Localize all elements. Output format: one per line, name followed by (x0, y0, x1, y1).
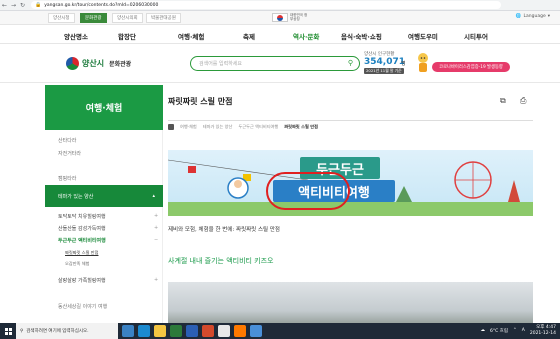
sidebar-item-story[interactable]: 동산세상길 이야기 여행 (58, 303, 107, 310)
sidebar-sub-healing[interactable]: 토닥토닥 치유힐링여행 (58, 213, 106, 220)
population-unit: 명 (401, 61, 406, 67)
nav-food[interactable]: 음식·숙박·쇼핑 (341, 31, 382, 41)
share-icon[interactable]: ⧉ (500, 96, 506, 106)
site-tab-council[interactable]: 양산시의회 (112, 13, 143, 23)
government-emblem (272, 13, 288, 22)
nav-history[interactable]: 역사·문화 (293, 31, 319, 41)
browser-toolbar: ← → ↻ 🔒 yangsan.go.kr/tour/contents.do?m… (0, 0, 560, 11)
edge-icon[interactable] (138, 325, 150, 337)
emblem-text: 대한민국 정부상징 (290, 13, 308, 21)
breadcrumb: 여행·체험 테마가 있는 양산 두근두근 액티비티여행 짜릿짜릿 스릴 만점 (168, 124, 318, 130)
nav-travel[interactable]: 여행·체험 (178, 31, 204, 41)
app-icon[interactable] (250, 325, 262, 337)
plus-icon: + (154, 213, 159, 219)
weather-icon: ☁ (480, 328, 486, 333)
lock-icon: 🔒 (35, 2, 42, 8)
sidebar-theme-label: 테마가 있는 양산 (58, 193, 94, 200)
taskbar-search[interactable]: ⚲ 검색하려면 여기에 입력하십시오. (16, 323, 118, 339)
sidebar-sub-family[interactable]: 살랑살랑 가족힐링여행 (58, 277, 106, 284)
sidebar-sub-activity[interactable]: 두근두근 액티비티여행 (58, 237, 106, 244)
population-date: 2021년 11월 말 기준 (364, 68, 404, 74)
print-icon[interactable]: ⎙ (520, 96, 526, 106)
mascot-icon (418, 53, 428, 72)
search-placeholder: 검색어를 입력하세요 (199, 61, 242, 67)
plus-icon: + (154, 277, 159, 283)
chevron-up-icon[interactable]: ⌃ (513, 328, 517, 333)
sidebar-item-bike[interactable]: 자전거타라 (58, 150, 81, 157)
system-tray: ☁ 6°C 흐림 ⌃ A 오후 4:47 2021-12-14 (481, 325, 557, 336)
search-input[interactable]: 검색어를 입력하세요 ⚲ (190, 56, 360, 71)
city-logo-icon (66, 57, 79, 70)
content-description: 제비와 모험, 체험을 한 번에: 짜릿짜릿 스릴 만점 (168, 227, 280, 233)
nav-citytour[interactable]: 시티투어 (464, 31, 488, 41)
site-logo[interactable]: 양산시 문화관광 (66, 57, 131, 70)
scenery-photo (168, 282, 533, 323)
breadcrumb-item[interactable]: 테마가 있는 양산 (203, 124, 233, 130)
chevron-down-icon: ▾ (547, 14, 550, 19)
powerpoint-icon[interactable] (202, 325, 214, 337)
address-url: yangsan.go.kr/tour/contents.do?mId=02060… (44, 2, 159, 8)
firefox-icon[interactable] (234, 325, 246, 337)
nav-guide[interactable]: 여행도우미 (408, 31, 438, 41)
minus-icon: − (154, 237, 159, 243)
site-tab-museum[interactable]: 박물관대공원 (146, 13, 181, 23)
sidebar-item-mountain[interactable]: 산타다라 (58, 137, 76, 144)
language-select[interactable]: 🌐 Language ▾ (516, 14, 550, 19)
ime-indicator[interactable]: A (522, 328, 525, 333)
search-icon: ⚲ (20, 328, 24, 334)
taskbar: ⚲ 검색하려면 여기에 입력하십시오. (0, 323, 560, 339)
breadcrumb-current: 짜릿짜릿 스릴 만점 (284, 124, 318, 129)
chrome-icon[interactable] (218, 325, 230, 337)
windows-start-icon[interactable] (0, 323, 16, 339)
breadcrumb-item[interactable]: 두근두근 액티비티여행 (238, 124, 278, 130)
plus-icon: + (154, 225, 159, 231)
nav-attractions[interactable]: 양산명소 (64, 31, 88, 41)
address-bar[interactable]: 🔒 yangsan.go.kr/tour/contents.do?mId=020… (31, 1, 501, 9)
divider (168, 120, 533, 121)
covid-status-button[interactable]: 코로나바이러스감염증-19 발생동향 (432, 62, 510, 72)
file-explorer-icon[interactable] (154, 325, 166, 337)
site-tab-tour[interactable]: 문화관광 (80, 13, 107, 23)
red-annotation-circle (266, 172, 350, 210)
site-tab-cityhall[interactable]: 양산시청 (48, 13, 75, 23)
clock[interactable]: 오후 4:47 2021-12-14 (530, 325, 556, 336)
sidebar-item-camping[interactable]: 캠핑타라 (58, 175, 76, 182)
sidebar-item-theme[interactable]: 테마가 있는 양산 ▴ (45, 185, 163, 207)
content-subheading: 사계절 내내 즐기는 액티비티 키즈오 (168, 257, 274, 265)
nav-festival[interactable]: 축제 (243, 31, 255, 41)
clock-date: 2021-12-14 (529, 330, 556, 336)
word-icon[interactable] (186, 325, 198, 337)
taegeuk-icon (277, 14, 283, 21)
sidebar-subsub-thrill[interactable]: 짜릿짜릿 스릴 만점 (65, 250, 98, 256)
population-value: 354,071 (364, 57, 405, 67)
forward-icon[interactable]: → (9, 1, 18, 10)
reload-icon[interactable]: ↻ (18, 1, 27, 10)
excel-icon[interactable] (170, 325, 182, 337)
taskbar-search-placeholder: 검색하려면 여기에 입력하십시오. (26, 329, 89, 334)
sidebar-title: 여행·체험 (45, 85, 163, 130)
back-icon[interactable]: ← (0, 1, 9, 10)
sidebar-subsub-experience[interactable]: 오감만족 체험 (65, 261, 89, 267)
breadcrumb-item[interactable]: 여행·체험 (180, 124, 197, 130)
search-icon[interactable]: ⚲ (348, 59, 353, 67)
globe-icon: 🌐 (515, 14, 522, 19)
sidebar-sub-emotional[interactable]: 산들산들 감성가득여행 (58, 225, 106, 232)
nav-hapjangdan[interactable]: 합장단 (118, 31, 136, 41)
logo-sub: 문화관광 (109, 61, 132, 68)
task-view-icon[interactable] (122, 325, 134, 337)
language-label: Language (523, 14, 546, 19)
chevron-up-icon: ▴ (152, 193, 155, 199)
page-title: 짜릿짜릿 스릴 만점 (168, 97, 233, 106)
weather-text[interactable]: 6°C 흐림 (490, 328, 508, 334)
home-icon[interactable] (168, 124, 174, 130)
logo-name: 양산시 (82, 59, 105, 68)
